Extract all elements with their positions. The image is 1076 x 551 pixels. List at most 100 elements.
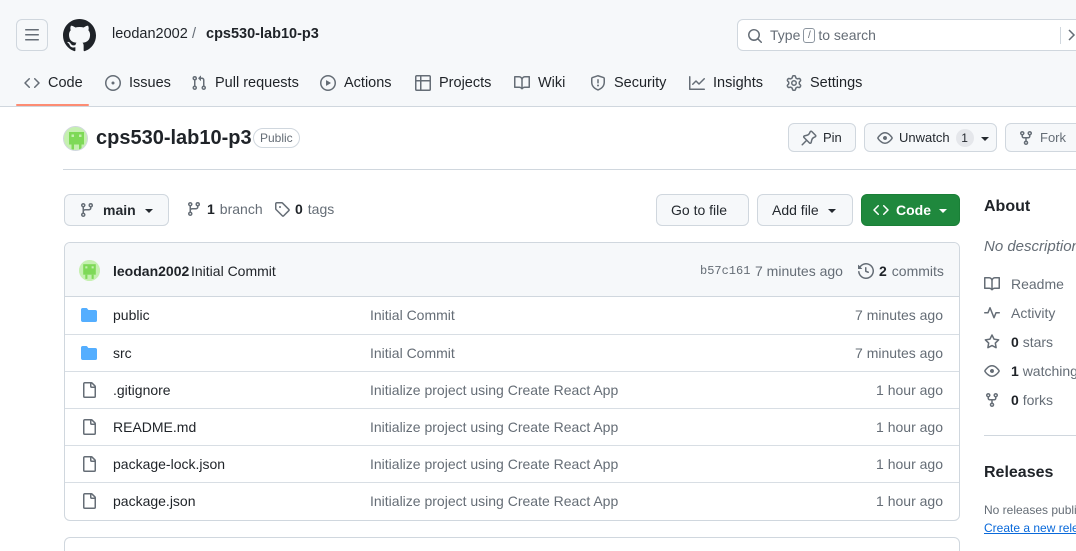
tab-projects-label: Projects — [439, 75, 492, 91]
table-row[interactable]: README.md Initialize project using Create… — [65, 408, 959, 445]
code-dropdown-button[interactable]: Code — [861, 194, 960, 226]
tab-actions-label: Actions — [344, 75, 392, 91]
breadcrumb-repo[interactable]: cps530-lab10-p3 — [206, 26, 319, 42]
commit-sha[interactable]: b57c161 — [700, 264, 750, 278]
avatar[interactable] — [63, 126, 88, 151]
code-icon — [24, 75, 40, 91]
pulse-icon — [984, 305, 1000, 321]
branch-selector[interactable]: main — [64, 194, 169, 226]
breadcrumb-owner[interactable]: leodan2002 — [112, 26, 188, 42]
menu-button[interactable] — [16, 19, 48, 51]
stars-count: 0 — [1011, 334, 1019, 350]
file-name-link[interactable]: README.md — [113, 419, 196, 435]
search-input[interactable]: Type / to search — [737, 19, 1076, 51]
readme-box — [64, 537, 960, 551]
file-icon — [81, 493, 97, 509]
commit-author[interactable]: leodan2002 — [113, 263, 189, 279]
tab-actions[interactable]: Actions — [320, 68, 392, 98]
tab-code[interactable]: Code — [24, 68, 83, 98]
activity-label: Activity — [1011, 305, 1056, 321]
fork-button[interactable]: Fork — [1005, 123, 1076, 152]
table-row[interactable]: .gitignore Initialize project using Creat… — [65, 371, 959, 408]
caret-down-icon — [938, 202, 948, 218]
fork-icon — [1018, 130, 1034, 146]
file-commit-message[interactable]: Initialize project using Create React Ap… — [370, 382, 618, 398]
search-icon — [747, 28, 763, 44]
tab-wiki[interactable]: Wiki — [514, 68, 565, 98]
add-file-label: Add file — [772, 202, 819, 218]
activity-link[interactable]: Activity — [984, 305, 1055, 321]
watching-count: 1 — [1011, 363, 1019, 379]
eye-icon — [877, 130, 893, 146]
create-release-link[interactable]: Create a new release — [984, 521, 1076, 535]
watchers-link[interactable]: 1 watching — [984, 363, 1076, 379]
tab-security-label: Security — [614, 75, 667, 91]
table-icon — [415, 75, 431, 91]
unwatch-label: Unwatch — [899, 130, 950, 145]
github-logo-icon[interactable] — [63, 19, 96, 52]
file-commit-message[interactable]: Initial Commit — [370, 307, 455, 323]
file-commit-message[interactable]: Initialize project using Create React Ap… — [370, 456, 618, 472]
file-name-link[interactable]: public — [113, 307, 150, 323]
commits-link[interactable]: 2 commits — [858, 263, 944, 279]
stars-link[interactable]: 0 stars — [984, 334, 1053, 350]
table-row[interactable]: public Initial Commit 7 minutes ago — [65, 297, 959, 334]
add-file-button[interactable]: Add file — [757, 194, 853, 226]
graph-icon — [689, 75, 705, 91]
search-placeholder-prefix: Type — [770, 27, 801, 43]
history-icon — [858, 263, 874, 279]
file-list: leodan2002 Initial Commit b57c161 7 minu… — [64, 242, 960, 521]
avatar[interactable] — [79, 260, 100, 281]
tab-settings-label: Settings — [810, 75, 863, 91]
sidebar-divider — [984, 435, 1076, 436]
readme-link[interactable]: Readme — [984, 276, 1064, 292]
tab-settings[interactable]: Settings — [786, 68, 862, 98]
go-to-file-button[interactable]: Go to file — [656, 194, 749, 226]
table-row[interactable]: package.json Initialize project using Cre… — [65, 482, 959, 519]
book-icon — [514, 75, 530, 91]
table-row[interactable]: src Initial Commit 7 minutes ago — [65, 334, 959, 371]
table-row[interactable]: package-lock.json Initialize project usin… — [65, 445, 959, 482]
file-name-link[interactable]: src — [113, 345, 132, 361]
branch-word: branch — [219, 201, 263, 217]
commit-message[interactable]: Initial Commit — [191, 263, 276, 279]
tab-projects[interactable]: Projects — [415, 68, 491, 98]
tag-icon — [274, 201, 290, 217]
file-commit-age: 7 minutes ago — [855, 307, 943, 323]
unwatch-button[interactable]: Unwatch 1 — [864, 123, 997, 152]
branch-name: main — [103, 202, 136, 218]
caret-down-icon — [144, 202, 154, 218]
tab-insights-label: Insights — [713, 75, 763, 91]
command-palette-icon[interactable] — [1060, 27, 1076, 44]
file-commit-age: 1 hour ago — [876, 456, 943, 472]
file-name-link[interactable]: package-lock.json — [113, 456, 225, 472]
tab-security[interactable]: Security — [590, 68, 666, 98]
releases-heading[interactable]: Releases — [984, 464, 1053, 482]
folder-icon — [81, 307, 97, 323]
repo-name[interactable]: cps530-lab10-p3 — [96, 127, 252, 150]
gear-icon — [786, 75, 802, 91]
file-commit-message[interactable]: Initialize project using Create React Ap… — [370, 493, 618, 509]
watch-count: 1 — [955, 128, 974, 147]
file-name-link[interactable]: package.json — [113, 493, 196, 509]
folder-icon — [81, 345, 97, 361]
tab-issues[interactable]: Issues — [105, 68, 171, 98]
tab-insights[interactable]: Insights — [689, 68, 763, 98]
tab-pull-requests[interactable]: Pull requests — [191, 68, 299, 98]
pin-button[interactable]: Pin — [788, 123, 856, 152]
branches-link[interactable]: 1 branch — [186, 201, 263, 217]
git-branch-icon — [79, 202, 95, 218]
tags-link[interactable]: 0 tags — [274, 201, 334, 217]
file-commit-age: 1 hour ago — [876, 382, 943, 398]
file-commit-message[interactable]: Initialize project using Create React Ap… — [370, 419, 618, 435]
forks-link[interactable]: 0 forks — [984, 392, 1053, 408]
file-icon — [81, 382, 97, 398]
file-name-link[interactable]: .gitignore — [113, 382, 171, 398]
file-commit-message[interactable]: Initial Commit — [370, 345, 455, 361]
caret-down-icon — [980, 130, 990, 146]
header-divider — [63, 169, 1076, 170]
tab-pull-requests-label: Pull requests — [215, 75, 299, 91]
issue-icon — [105, 75, 121, 91]
file-icon — [81, 419, 97, 435]
pin-label: Pin — [823, 130, 842, 145]
